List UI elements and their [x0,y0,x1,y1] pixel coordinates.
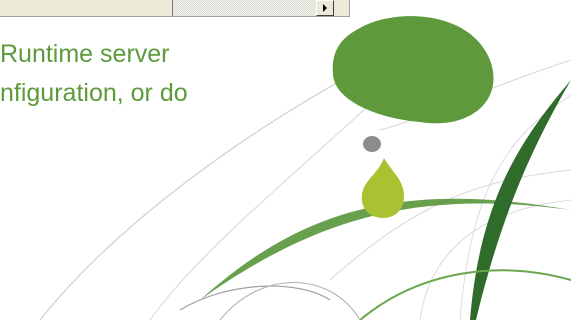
slide-text-line-2: nfiguration, or do [0,79,188,107]
slide-text-line-1: Runtime server [0,40,170,68]
